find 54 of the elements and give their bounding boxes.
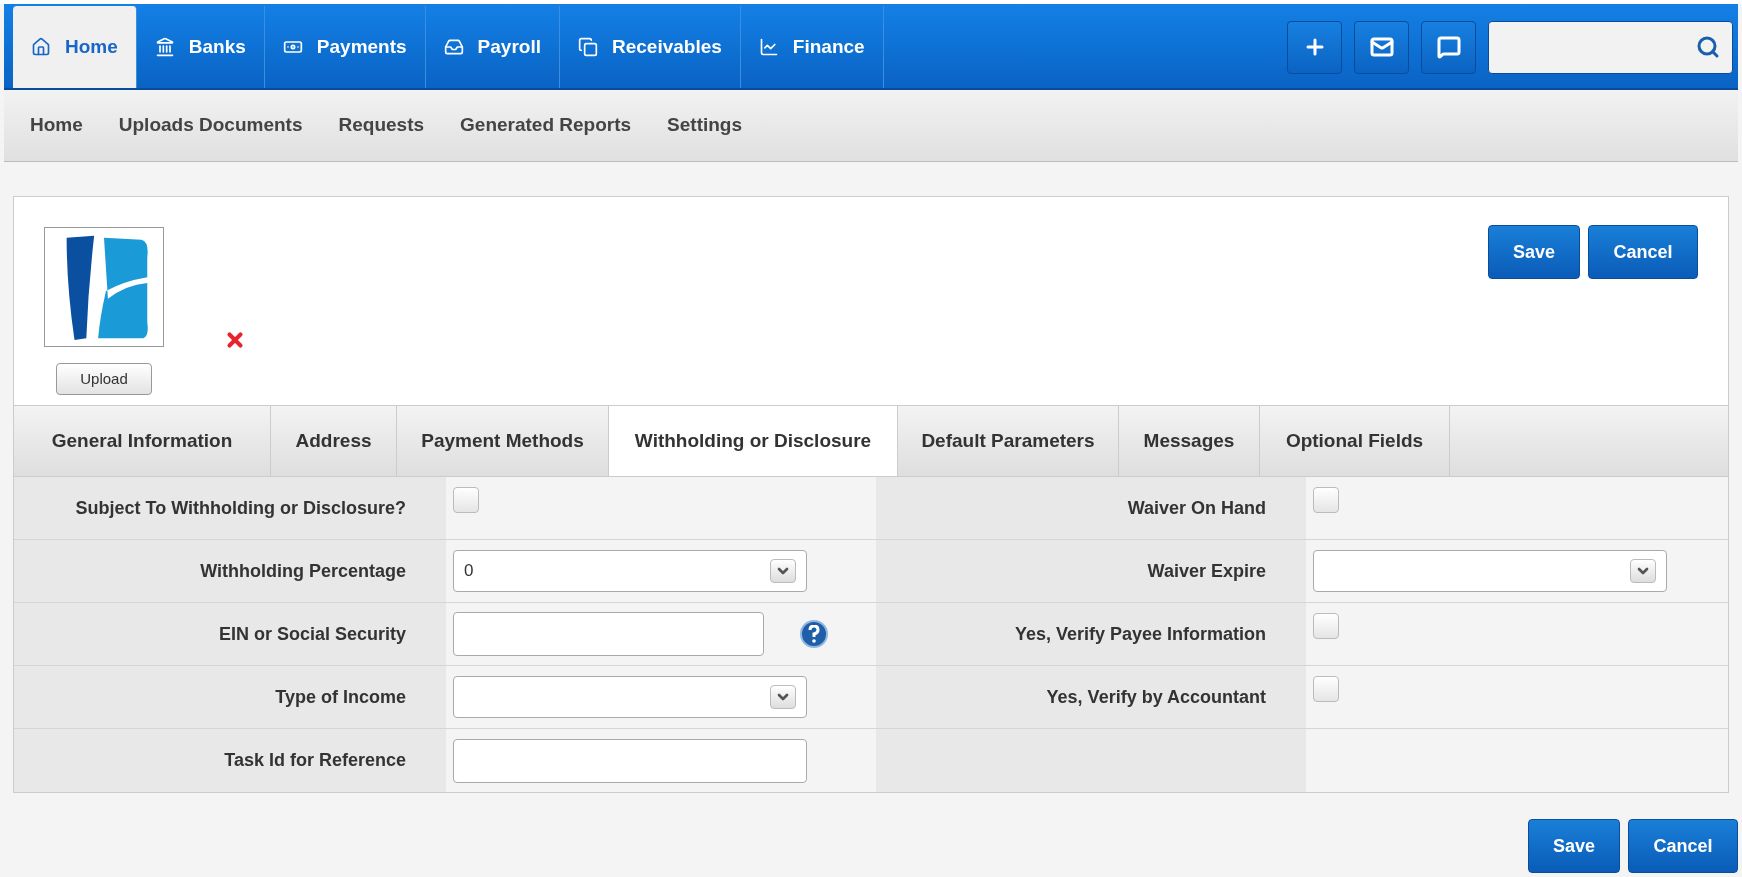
form-tab[interactable]: Messages [1119,406,1260,476]
nav-tab[interactable]: Banks [136,6,265,88]
checkbox[interactable] [453,487,479,513]
bank-icon [154,37,175,57]
field-label: Type of Income [275,685,406,709]
field-label: Subject To Withholding or Disclosure? [75,496,406,520]
checkbox[interactable] [1313,613,1339,639]
upload-button[interactable]: Upload [56,363,152,395]
toolbar-button[interactable] [1354,20,1409,74]
mail-icon [1369,35,1394,59]
home-icon [31,37,51,57]
remove-icon[interactable] [224,329,246,351]
dropdown-field[interactable] [453,676,807,718]
field-label: Yes, Verify Payee Information [1014,622,1266,646]
nav-tab[interactable]: Home [13,6,137,88]
checkbox[interactable] [1313,676,1339,702]
chat-icon [1436,35,1461,59]
toolbar-button[interactable] [1421,20,1476,74]
subnav-link[interactable]: Requests [338,111,425,140]
nav-tab[interactable]: Payments [264,6,426,88]
tray-icon [443,37,464,57]
dropdown-field[interactable]: 0 [453,550,807,592]
nav-tab[interactable]: Payroll [425,6,560,88]
toolbar-button[interactable] [1287,20,1342,74]
subnav-link[interactable]: Generated Reports [460,111,632,140]
form-tab[interactable]: Optional Fields [1260,406,1450,476]
form-tab[interactable]: General Information [14,406,271,476]
form-tab[interactable]: Default Parameters [898,406,1119,476]
documents-icon [578,37,598,57]
help-icon[interactable] [800,620,828,648]
action-button[interactable]: Cancel [1588,225,1698,279]
nav-tab[interactable]: Receivables [560,6,741,88]
search-field[interactable] [1488,20,1733,74]
field-label: Waiver On Hand [1127,496,1266,520]
form-tab[interactable]: Withholding or Disclosure [609,406,898,476]
dropdown-field[interactable] [1313,550,1667,592]
field-label: EIN or Social Security [218,622,406,646]
nav-tab[interactable]: Finance [740,6,884,88]
text-field[interactable] [453,738,807,783]
field-label: Task Id for Reference [224,749,406,772]
search-icon [1696,35,1720,59]
action-button[interactable]: Save [1488,225,1580,279]
subnav-link[interactable]: Uploads Documents [118,111,303,140]
action-button[interactable]: Save [1528,819,1620,873]
checkbox[interactable] [1313,487,1339,513]
text-field[interactable] [453,612,764,656]
field-label: Waiver Expire [1147,559,1266,583]
action-button[interactable]: Cancel [1628,819,1738,873]
subnav-link[interactable]: Settings [667,111,743,140]
subnav-link[interactable]: Home [30,111,83,140]
line-chart-icon [758,37,779,57]
field-label: Yes, Verify by Accountant [1046,685,1266,709]
field-label: Withholding Percentage [200,559,406,583]
form-tab[interactable]: Address [271,406,397,476]
